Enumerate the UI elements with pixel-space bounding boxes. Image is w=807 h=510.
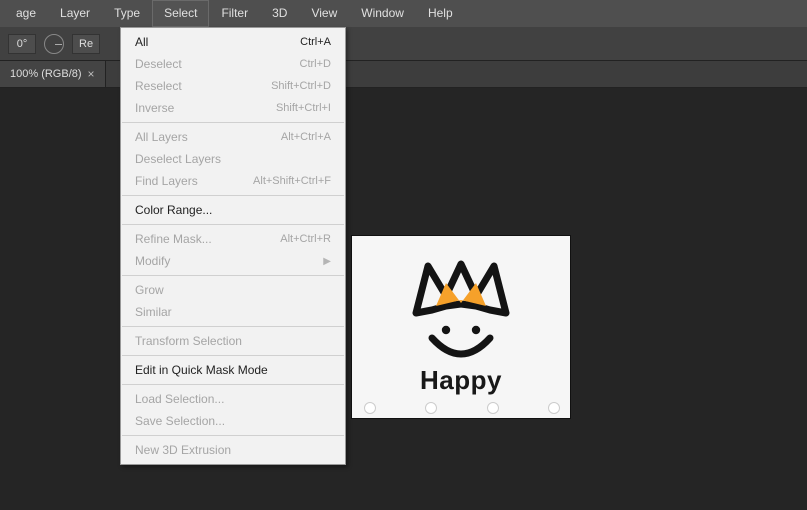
menu-separator [122, 326, 344, 327]
transform-handle[interactable] [487, 402, 499, 414]
menu-separator [122, 384, 344, 385]
menu-item-label: Similar [135, 305, 172, 319]
document-tab-title: 100% (RGB/8) [10, 68, 82, 80]
menubar: ageLayerTypeSelectFilter3DViewWindowHelp [0, 0, 807, 27]
menu-type[interactable]: Type [102, 0, 152, 27]
menu-separator [122, 435, 344, 436]
menu-item-all[interactable]: All Ctrl+A [121, 31, 345, 53]
menu-separator [122, 355, 344, 356]
menu-item-label: All [135, 35, 148, 49]
close-icon[interactable]: × [88, 67, 95, 81]
menu-item-reselect: Reselect Shift+Ctrl+D [121, 75, 345, 97]
menu-item-label: Load Selection... [135, 392, 224, 406]
menu-separator [122, 195, 344, 196]
menu-item-edit-in-quick-mask-mode[interactable]: Edit in Quick Mask Mode [121, 359, 345, 381]
menu-item-shortcut: Alt+Shift+Ctrl+F [253, 175, 331, 187]
logo-text: Happy [420, 365, 502, 396]
menu-item-label: Reselect [135, 79, 182, 93]
menu-item-label: Modify [135, 254, 170, 268]
menu-3d[interactable]: 3D [260, 0, 299, 27]
menu-item-label: Save Selection... [135, 414, 225, 428]
document-canvas[interactable]: Happy [352, 236, 570, 418]
angle-input[interactable] [8, 34, 36, 54]
submenu-arrow-icon: ▶ [323, 256, 331, 267]
menu-age[interactable]: age [4, 0, 48, 27]
menu-item-load-selection: Load Selection... [121, 388, 345, 410]
menu-item-label: Edit in Quick Mask Mode [135, 363, 268, 377]
menu-item-shortcut: Alt+Ctrl+A [281, 131, 331, 143]
menu-item-label: Find Layers [135, 174, 198, 188]
menu-item-label: New 3D Extrusion [135, 443, 231, 457]
menu-item-label: Deselect Layers [135, 152, 221, 166]
menu-item-label: Refine Mask... [135, 232, 212, 246]
menu-item-label: All Layers [135, 130, 188, 144]
document-tab[interactable]: 100% (RGB/8) × [0, 61, 106, 87]
angle-dial[interactable] [44, 34, 64, 54]
menu-item-inverse: Inverse Shift+Ctrl+I [121, 97, 345, 119]
menu-item-label: Grow [135, 283, 164, 297]
menu-separator [122, 122, 344, 123]
menu-view[interactable]: View [299, 0, 349, 27]
menu-item-transform-selection: Transform Selection [121, 330, 345, 352]
menu-item-label: Inverse [135, 101, 174, 115]
transform-handle[interactable] [548, 402, 560, 414]
menu-item-shortcut: Shift+Ctrl+I [276, 102, 331, 114]
menu-item-all-layers: All Layers Alt+Ctrl+A [121, 126, 345, 148]
menu-item-deselect-layers: Deselect Layers [121, 148, 345, 170]
menu-item-shortcut: Alt+Ctrl+R [280, 233, 331, 245]
transform-handle[interactable] [364, 402, 376, 414]
transform-handles [364, 402, 560, 414]
menu-item-grow: Grow [121, 279, 345, 301]
menu-separator [122, 275, 344, 276]
menu-select[interactable]: Select [152, 0, 209, 27]
menu-item-label: Deselect [135, 57, 182, 71]
menu-item-refine-mask: Refine Mask... Alt+Ctrl+R [121, 228, 345, 250]
menu-window[interactable]: Window [349, 0, 416, 27]
menu-item-label: Transform Selection [135, 334, 242, 348]
menu-item-new-3d-extrusion: New 3D Extrusion [121, 439, 345, 461]
menu-item-shortcut: Ctrl+A [300, 36, 331, 48]
transform-handle[interactable] [425, 402, 437, 414]
logo-graphic [406, 258, 516, 363]
menu-item-color-range[interactable]: Color Range... [121, 199, 345, 221]
menu-item-shortcut: Shift+Ctrl+D [271, 80, 331, 92]
menu-help[interactable]: Help [416, 0, 465, 27]
menu-item-shortcut: Ctrl+D [300, 58, 331, 70]
menu-item-modify: Modify ▶ [121, 250, 345, 272]
menu-item-save-selection: Save Selection... [121, 410, 345, 432]
menu-item-similar: Similar [121, 301, 345, 323]
menu-item-find-layers: Find Layers Alt+Shift+Ctrl+F [121, 170, 345, 192]
menu-layer[interactable]: Layer [48, 0, 102, 27]
menu-filter[interactable]: Filter [209, 0, 260, 27]
reset-button[interactable]: Re [72, 34, 100, 54]
menu-item-label: Color Range... [135, 203, 212, 217]
menu-separator [122, 224, 344, 225]
select-menu-dropdown: All Ctrl+A Deselect Ctrl+D Reselect Shift+Ctr… [120, 27, 346, 465]
menu-item-deselect: Deselect Ctrl+D [121, 53, 345, 75]
